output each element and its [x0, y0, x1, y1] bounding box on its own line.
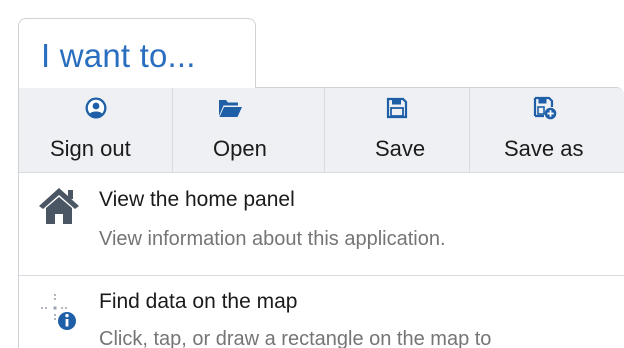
- save-as-button[interactable]: Save as: [470, 88, 624, 172]
- sign-out-label: Sign out: [50, 136, 131, 161]
- home-icon: [37, 186, 81, 230]
- item-description: View information about this application.: [99, 228, 446, 250]
- user-circle-icon: [83, 96, 109, 120]
- i-want-to-panel-window: I want to... Sign out Open Save Save as …: [0, 0, 624, 348]
- tab-i-want-to[interactable]: I want to...: [18, 18, 256, 88]
- sign-out-button[interactable]: Sign out: [19, 88, 173, 172]
- item-title: View the home panel: [99, 188, 295, 211]
- folder-open-icon: [217, 96, 243, 120]
- save-label: Save: [375, 136, 426, 161]
- open-label: Open: [213, 136, 267, 161]
- save-button[interactable]: Save: [325, 88, 470, 172]
- floppy-disk-icon: [384, 96, 410, 120]
- tab-label: I want to...: [41, 37, 196, 74]
- item-title: Find data on the map: [99, 290, 298, 313]
- floppy-disk-plus-icon: [532, 96, 558, 120]
- identify-crosshair-info-icon: [37, 290, 81, 334]
- i-want-to-panel: Sign out Open Save Save as View the home…: [18, 87, 624, 348]
- list-item-view-home-panel[interactable]: View the home panel View information abo…: [19, 172, 624, 276]
- toolbar: Sign out Open Save Save as: [19, 88, 624, 173]
- list-item-find-data-on-map[interactable]: Find data on the map Click, tap, or draw…: [19, 276, 624, 348]
- item-description: Click, tap, or draw a rectangle on the m…: [99, 328, 492, 348]
- open-button[interactable]: Open: [173, 88, 325, 172]
- save-as-label: Save as: [504, 136, 584, 161]
